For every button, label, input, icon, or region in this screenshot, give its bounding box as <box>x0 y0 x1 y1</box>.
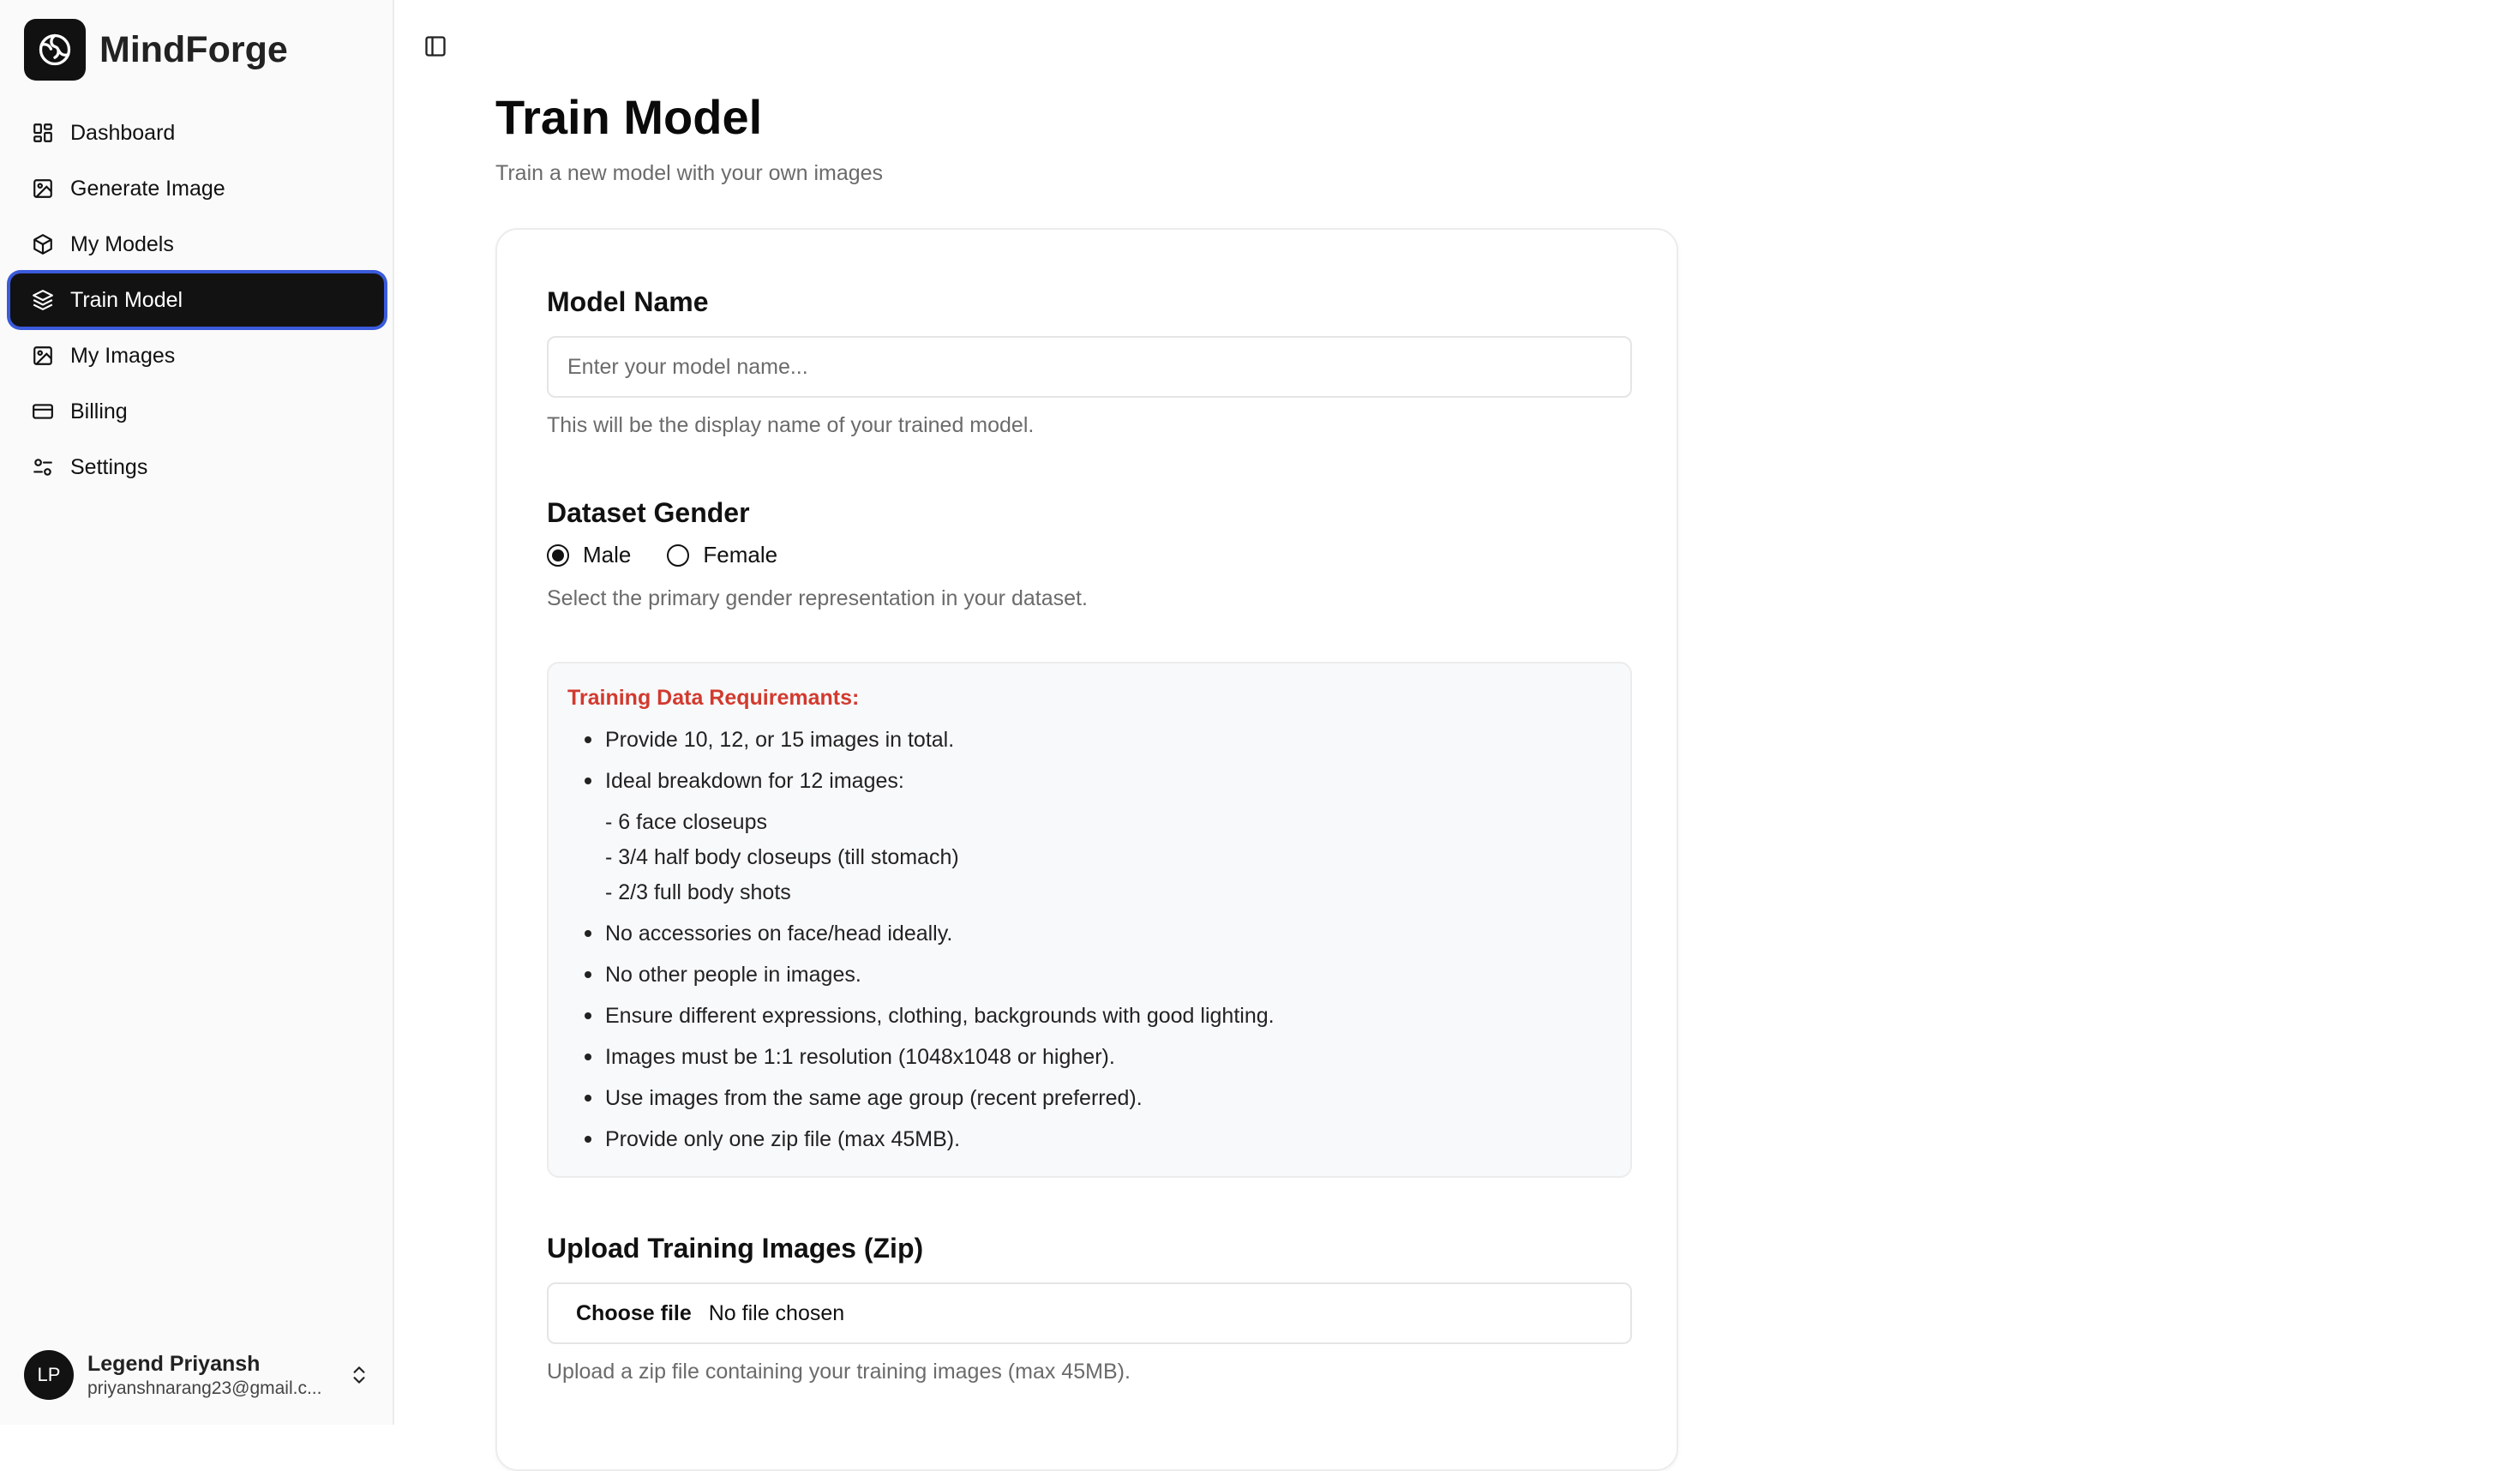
sidebar-item-label: Train Model <box>70 287 183 312</box>
upload-label: Upload Training Images (Zip) <box>547 1233 924 1264</box>
sidebar-item-generate-image[interactable]: Generate Image <box>10 162 384 215</box>
sidebar-item-label: Generate Image <box>70 176 225 201</box>
list-sub-item: - 2/3 full body shots <box>605 880 791 904</box>
radio-checked-icon <box>547 543 569 567</box>
train-model-form: Model Name This will be the display name… <box>495 228 1678 1471</box>
sidebar: MindForge Dashboard Generate Image My Mo… <box>0 0 394 1425</box>
brand-logo-icon <box>24 19 86 81</box>
page-subtitle: Train a new model with your own images <box>495 161 884 185</box>
list-item: No accessories on face/head ideally. <box>567 919 1596 948</box>
list-sub-item: - 6 face closeups <box>605 810 767 834</box>
model-name-hint: This will be the display name of your tr… <box>547 413 1035 437</box>
upload-hint: Upload a zip file containing your traini… <box>547 1360 1131 1384</box>
user-name: Legend Priyansh <box>87 1351 261 1376</box>
list-item: Ideal breakdown for 12 images: <box>567 766 1596 796</box>
list-item: Ensure different expressions, clothing, … <box>567 1001 1596 1030</box>
sidebar-nav: Dashboard Generate Image My Models Train… <box>10 106 384 496</box>
dataset-gender-label: Dataset Gender <box>547 497 750 528</box>
list-item: Images must be 1:1 resolution (1048x1048… <box>567 1042 1596 1072</box>
avatar: LP <box>24 1350 74 1400</box>
page-title: Train Model <box>495 90 763 144</box>
brand-name: MindForge <box>99 28 288 70</box>
sidebar-item-label: Settings <box>70 454 148 479</box>
sidebar-item-settings[interactable]: Settings <box>10 441 384 494</box>
user-menu[interactable]: LP Legend Priyansh priyanshnarang23@gmai… <box>24 1348 375 1402</box>
list-item: Provide only one zip file (max 45MB). <box>567 1125 1596 1154</box>
layers-icon <box>31 288 55 312</box>
list-sub-item: - 3/4 half body closeups (till stomach) <box>605 845 959 869</box>
list-item: Use images from the same age group (rece… <box>567 1084 1596 1113</box>
model-name-field <box>547 336 1632 398</box>
radio-label: Female <box>703 542 778 567</box>
user-info: Legend Priyansh priyanshnarang23@gmail.c… <box>87 1352 336 1399</box>
radio-unchecked-icon <box>667 543 690 567</box>
sidebar-item-billing[interactable]: Billing <box>10 385 384 438</box>
gender-radio-group: Male Female <box>547 542 813 568</box>
sidebar-item-label: Dashboard <box>70 120 176 145</box>
model-name-label: Model Name <box>547 286 709 317</box>
sidebar-item-my-images[interactable]: My Images <box>10 329 384 382</box>
sidebar-toggle-icon[interactable] <box>422 33 449 60</box>
sidebar-item-train-model[interactable]: Train Model <box>10 273 384 327</box>
image-icon <box>31 177 55 201</box>
image-icon <box>31 344 55 368</box>
user-email: priyanshnarang23@gmail.c... <box>87 1378 322 1398</box>
sidebar-item-label: My Images <box>70 343 176 368</box>
sidebar-item-label: My Models <box>70 231 174 256</box>
list-item: Provide 10, 12, or 15 images in total. <box>567 725 1596 754</box>
requirements-title: Training Data Requiremants: <box>567 686 860 710</box>
file-status: No file chosen <box>708 1300 845 1325</box>
sidebar-item-dashboard[interactable]: Dashboard <box>10 106 384 159</box>
box-icon <box>31 232 55 256</box>
gender-radio-female[interactable]: Female <box>667 542 777 568</box>
requirements-list: Provide 10, 12, or 15 images in total. I… <box>567 725 1596 1154</box>
sidebar-item-my-models[interactable]: My Models <box>10 218 384 271</box>
credit-card-icon <box>31 399 55 423</box>
chevrons-up-down-icon[interactable] <box>345 1362 374 1388</box>
model-name-input[interactable] <box>567 338 1630 396</box>
brand[interactable]: MindForge <box>24 19 288 81</box>
list-item: No other people in images. <box>567 960 1596 989</box>
sidebar-item-label: Billing <box>70 399 128 423</box>
radio-label: Male <box>583 542 632 567</box>
dashboard-icon <box>31 121 55 145</box>
settings-sliders-icon <box>31 455 55 479</box>
choose-file-button[interactable]: Choose file <box>576 1301 692 1326</box>
training-requirements-box: Training Data Requiremants: Provide 10, … <box>547 662 1632 1178</box>
file-upload-field[interactable]: Choose file No file chosen <box>547 1282 1632 1344</box>
gender-radio-male[interactable]: Male <box>547 542 631 568</box>
dataset-gender-hint: Select the primary gender representation… <box>547 586 1088 610</box>
